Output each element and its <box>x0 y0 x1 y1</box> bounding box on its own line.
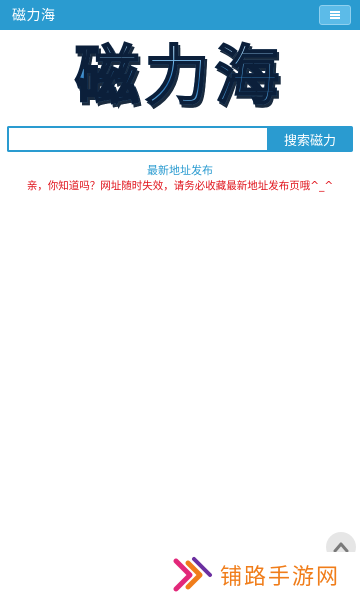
notice-text: 亲，你知道吗？网址随时失效，请务必收藏最新地址发布页哦^_^ <box>26 180 334 192</box>
logo-text: 磁力海 <box>74 39 285 114</box>
search-button[interactable]: 搜索磁力 <box>267 126 353 152</box>
double-chevron-logo-icon <box>173 557 212 592</box>
search-input[interactable] <box>7 126 267 152</box>
latest-address-link[interactable]: 最新地址发布 <box>0 162 360 178</box>
watermark-text: 铺路手游网 <box>220 565 341 590</box>
top-navbar: 磁力海 <box>0 0 360 30</box>
site-logo: 磁力海 <box>0 36 360 118</box>
search-form: 搜索磁力 <box>7 126 353 152</box>
navbar-brand[interactable]: 磁力海 <box>12 5 56 25</box>
watermark: 铺路手游网 <box>172 552 360 598</box>
hamburger-icon <box>330 11 340 19</box>
menu-toggle-button[interactable] <box>319 5 351 25</box>
